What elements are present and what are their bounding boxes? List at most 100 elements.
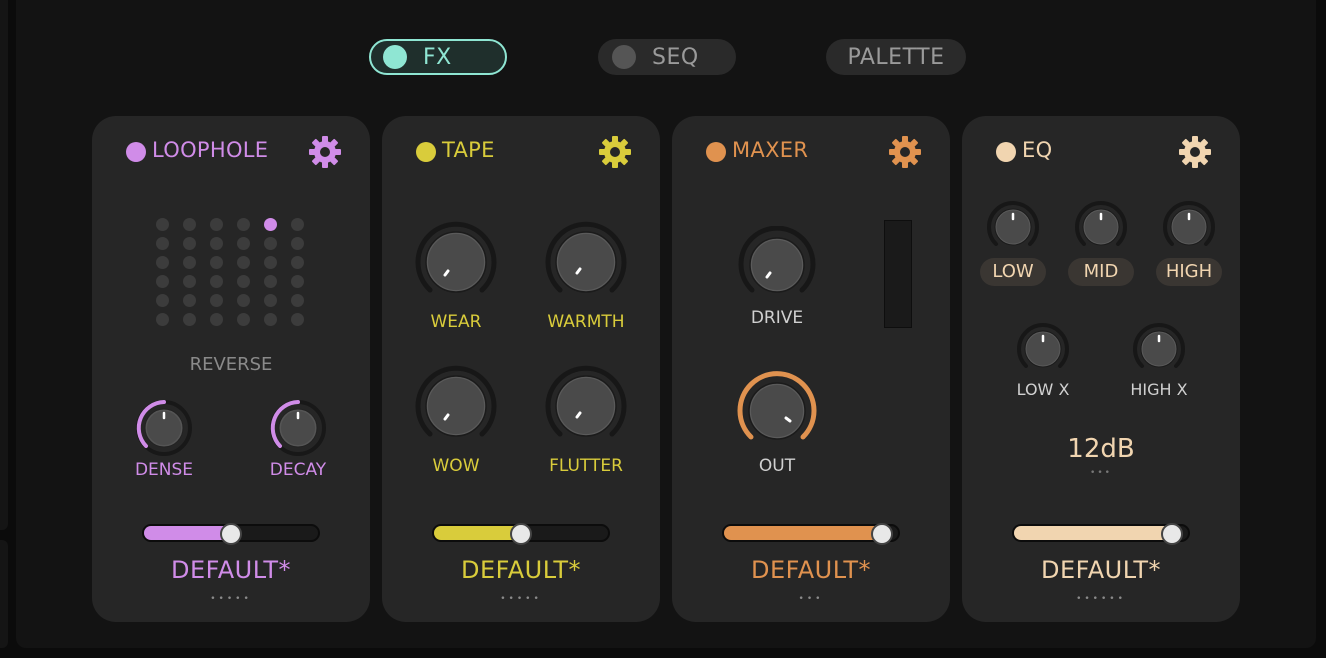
maxer-mix-slider[interactable] — [722, 523, 900, 545]
reverse-grid-cell[interactable] — [156, 237, 169, 250]
left-panel-edge-lower — [0, 540, 8, 648]
eq-bypass-dot[interactable] — [996, 142, 1016, 162]
wear-label: WEAR — [430, 312, 482, 332]
reverse-grid-cell[interactable] — [156, 275, 169, 288]
wear-knob[interactable] — [414, 220, 498, 304]
tab-seq-label: SEQ — [652, 44, 699, 70]
loophole-module: LOOPHOLE REVERSE DENSE DECAY DEFAULT* ••… — [92, 116, 370, 622]
reverse-grid-cell[interactable] — [210, 237, 223, 250]
reverse-grid-cell[interactable] — [264, 218, 277, 231]
reverse-grid-cell[interactable] — [291, 256, 304, 269]
flutter-label: FLUTTER — [549, 456, 623, 476]
drive-label: DRIVE — [750, 308, 804, 328]
reverse-grid-cell[interactable] — [156, 218, 169, 231]
reverse-grid-cell[interactable] — [183, 256, 196, 269]
eq-high-x-knob[interactable] — [1132, 322, 1186, 376]
eq-high-label[interactable]: HIGH — [1156, 258, 1222, 286]
maxer-preset-name[interactable]: DEFAULT* — [672, 556, 950, 584]
reverse-grid-cell[interactable] — [237, 313, 250, 326]
eq-low-x-knob[interactable] — [1016, 322, 1070, 376]
reverse-grid-cell[interactable] — [237, 218, 250, 231]
tab-palette-label: PALETTE — [847, 44, 945, 70]
eq-mix-slider[interactable] — [1012, 523, 1190, 545]
tape-mix-thumb[interactable] — [510, 523, 532, 545]
maxer-title: MAXER — [732, 138, 809, 162]
gear-icon[interactable] — [1178, 135, 1212, 169]
reverse-grid-cell[interactable] — [237, 237, 250, 250]
reverse-grid-cell[interactable] — [291, 275, 304, 288]
tape-preset-dots: ••••• — [500, 594, 542, 604]
reverse-grid-cell[interactable] — [210, 218, 223, 231]
reverse-grid-cell[interactable] — [183, 218, 196, 231]
eq-preset-name[interactable]: DEFAULT* — [962, 556, 1240, 584]
reverse-grid-cell[interactable] — [291, 294, 304, 307]
reverse-grid-cell[interactable] — [264, 294, 277, 307]
eq-low-knob[interactable] — [986, 200, 1040, 254]
eq-low-x-label: LOW X — [1016, 380, 1070, 399]
reverse-grid-cell[interactable] — [156, 256, 169, 269]
reverse-grid-cell[interactable] — [237, 275, 250, 288]
gear-icon[interactable] — [308, 135, 342, 169]
reverse-grid-cell[interactable] — [210, 256, 223, 269]
tape-preset-name[interactable]: DEFAULT* — [382, 556, 660, 584]
tape-title: TAPE — [442, 138, 495, 162]
eq-high-knob[interactable] — [1162, 200, 1216, 254]
reverse-label: REVERSE — [189, 354, 273, 375]
left-panel-edge — [0, 0, 8, 530]
drive-knob[interactable] — [738, 226, 816, 304]
tape-bypass-dot[interactable] — [416, 142, 436, 162]
tab-palette[interactable]: PALETTE — [826, 39, 966, 75]
eq-mid-knob[interactable] — [1074, 200, 1128, 254]
reverse-grid-cell[interactable] — [291, 218, 304, 231]
reverse-grid-cell[interactable] — [210, 275, 223, 288]
dense-knob[interactable] — [132, 396, 196, 460]
out-knob[interactable] — [736, 370, 818, 452]
decay-label: DECAY — [269, 460, 327, 480]
output-level-meter — [884, 220, 912, 328]
reverse-grid-cell[interactable] — [291, 237, 304, 250]
reverse-grid-cell[interactable] — [264, 237, 277, 250]
loophole-title: LOOPHOLE — [152, 138, 269, 162]
gear-icon[interactable] — [598, 135, 632, 169]
wow-knob[interactable] — [414, 364, 498, 448]
eq-mix-thumb[interactable] — [1161, 523, 1183, 545]
warmth-knob[interactable] — [544, 220, 628, 304]
fx-window: FX SEQ PALETTE LOOPHOLE REVERSE DENSE DE… — [16, 0, 1316, 648]
reverse-grid-cell[interactable] — [183, 294, 196, 307]
reverse-grid-cell[interactable] — [237, 256, 250, 269]
eq-mid-label[interactable]: MID — [1068, 258, 1134, 286]
tab-fx[interactable]: FX — [369, 39, 507, 75]
eq-slope-value[interactable]: 12dB — [962, 434, 1240, 464]
reverse-grid-cell[interactable] — [264, 313, 277, 326]
reverse-grid-cell[interactable] — [264, 256, 277, 269]
out-label: OUT — [758, 456, 796, 476]
reverse-grid-cell[interactable] — [264, 275, 277, 288]
reverse-grid-cell[interactable] — [291, 313, 304, 326]
reverse-grid-cell[interactable] — [183, 275, 196, 288]
tape-mix-slider[interactable] — [432, 523, 610, 545]
tab-seq-indicator — [612, 45, 636, 69]
reverse-grid-cell[interactable] — [183, 313, 196, 326]
loophole-mix-thumb[interactable] — [220, 523, 242, 545]
reverse-grid-cell[interactable] — [210, 313, 223, 326]
loophole-preset-name[interactable]: DEFAULT* — [92, 556, 370, 584]
tab-fx-indicator — [383, 45, 407, 69]
flutter-knob[interactable] — [544, 364, 628, 448]
decay-knob[interactable] — [266, 396, 330, 460]
reverse-grid-cell[interactable] — [237, 294, 250, 307]
eq-low-label[interactable]: LOW — [980, 258, 1046, 286]
gear-icon[interactable] — [888, 135, 922, 169]
reverse-grid-cell[interactable] — [156, 294, 169, 307]
tab-seq[interactable]: SEQ — [598, 39, 736, 75]
reverse-grid-cell[interactable] — [156, 313, 169, 326]
reverse-grid-cell[interactable] — [210, 294, 223, 307]
maxer-module: MAXER DRIVE OUT DEFAULT* ••• — [672, 116, 950, 622]
loophole-mix-fill — [144, 526, 232, 540]
loophole-mix-slider[interactable] — [142, 523, 320, 545]
tape-module: TAPE WEAR WARMTH WOW FLUTTER DEFAULT* ••… — [382, 116, 660, 622]
loophole-bypass-dot[interactable] — [126, 142, 146, 162]
reverse-grid-cell[interactable] — [183, 237, 196, 250]
maxer-mix-thumb[interactable] — [871, 523, 893, 545]
dense-label: DENSE — [134, 460, 194, 480]
maxer-bypass-dot[interactable] — [706, 142, 726, 162]
